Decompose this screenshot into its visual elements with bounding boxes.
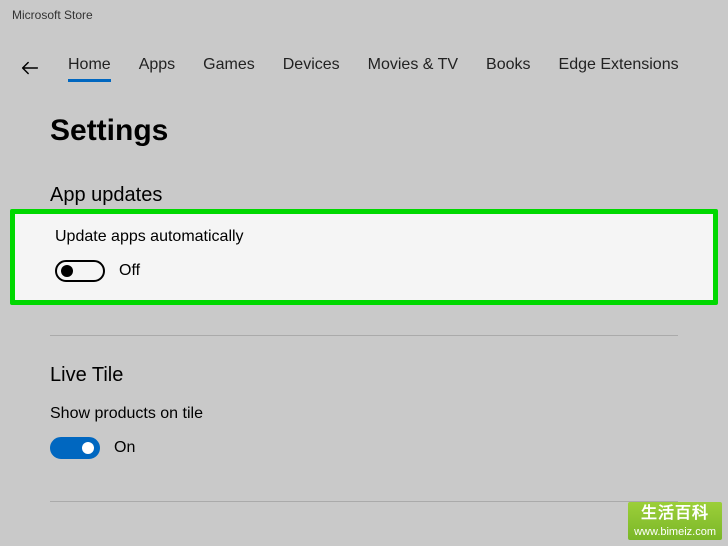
show-products-state: On bbox=[114, 439, 135, 457]
setting-show-products: Show products on tile On bbox=[50, 405, 678, 481]
toggle-knob bbox=[82, 442, 94, 454]
arrow-left-icon bbox=[19, 57, 41, 79]
tab-movies-tv[interactable]: Movies & TV bbox=[368, 56, 458, 80]
tab-devices[interactable]: Devices bbox=[283, 56, 340, 80]
update-auto-toggle[interactable] bbox=[55, 260, 105, 282]
tab-games[interactable]: Games bbox=[203, 56, 255, 80]
content-area: Settings App updates Live Tile Show prod… bbox=[0, 114, 728, 502]
watermark-line2: www.bimeiz.com bbox=[634, 525, 716, 539]
page-title: Settings bbox=[50, 114, 678, 148]
nav-bar: Home Apps Games Devices Movies & TV Book… bbox=[0, 48, 728, 88]
watermark: 生活百科 www.bimeiz.com bbox=[628, 502, 722, 540]
show-products-toggle[interactable] bbox=[50, 437, 100, 459]
update-auto-label: Update apps automatically bbox=[55, 228, 673, 246]
tab-edge-extensions[interactable]: Edge Extensions bbox=[559, 56, 679, 80]
window-title: Microsoft Store bbox=[0, 0, 728, 30]
update-auto-state: Off bbox=[119, 262, 140, 280]
divider bbox=[50, 501, 678, 502]
section-heading-live-tile: Live Tile bbox=[50, 364, 678, 387]
nav-tabs: Home Apps Games Devices Movies & TV Book… bbox=[68, 56, 679, 80]
tab-books[interactable]: Books bbox=[486, 56, 530, 80]
divider bbox=[50, 335, 678, 336]
highlighted-setting: Update apps automatically Off bbox=[10, 209, 718, 305]
show-products-label: Show products on tile bbox=[50, 405, 678, 423]
toggle-knob bbox=[61, 265, 73, 277]
tab-home[interactable]: Home bbox=[68, 56, 111, 80]
back-button[interactable] bbox=[10, 48, 50, 88]
watermark-line1: 生活百科 bbox=[634, 504, 716, 525]
section-heading-app-updates: App updates bbox=[50, 184, 678, 207]
tab-apps[interactable]: Apps bbox=[139, 56, 175, 80]
